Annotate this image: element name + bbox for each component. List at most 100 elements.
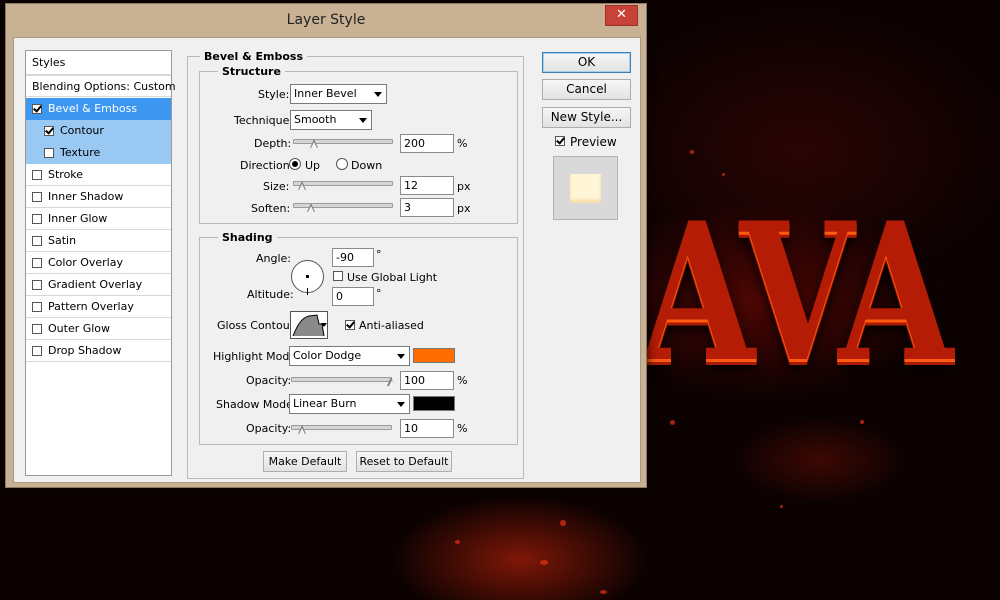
- technique-label: Technique:: [234, 114, 294, 127]
- style-item-inner-glow[interactable]: Inner Glow: [26, 208, 171, 230]
- style-item-drop-shadow[interactable]: Drop Shadow: [26, 340, 171, 362]
- shadow-mode-select[interactable]: Linear Burn: [289, 394, 410, 414]
- chevron-down-icon: [374, 92, 382, 97]
- size-field[interactable]: 12: [400, 176, 454, 195]
- reset-to-default-button[interactable]: Reset to Default: [356, 451, 452, 472]
- direction-down-radio[interactable]: [336, 158, 348, 170]
- style-item-label: Inner Shadow: [48, 190, 124, 203]
- satin-checkbox[interactable]: [32, 236, 42, 246]
- gloss-contour-label: Gloss Contour:: [217, 319, 298, 332]
- lava-speck: [560, 520, 566, 526]
- lava-speck: [690, 150, 694, 154]
- depth-unit: %: [457, 137, 468, 150]
- style-item-color-overlay[interactable]: Color Overlay: [26, 252, 171, 274]
- structure-title: Structure: [218, 65, 285, 78]
- style-item-gradient-overlay[interactable]: Gradient Overlay: [26, 274, 171, 296]
- style-item-satin[interactable]: Satin: [26, 230, 171, 252]
- angle-unit: °: [376, 248, 382, 261]
- direction-label: Direction:: [240, 159, 294, 172]
- layer-style-dialog: Layer Style ✕ Styles Blending Options: C…: [5, 3, 647, 488]
- size-slider[interactable]: [293, 181, 393, 190]
- use-global-light-checkbox[interactable]: [333, 271, 343, 281]
- highlight-opacity-thumb[interactable]: [387, 377, 396, 386]
- preview-checkbox[interactable]: [555, 136, 565, 146]
- style-item-inner-shadow[interactable]: Inner Shadow: [26, 186, 171, 208]
- style-item-label: Stroke: [48, 168, 84, 181]
- bevel-emboss-checkbox[interactable]: [32, 104, 42, 114]
- gradient-overlay-checkbox[interactable]: [32, 280, 42, 290]
- drop-shadow-checkbox[interactable]: [32, 346, 42, 356]
- angle-dial-center: [306, 275, 309, 278]
- direction-up-radio[interactable]: [289, 158, 301, 170]
- stroke-checkbox[interactable]: [32, 170, 42, 180]
- shadow-opacity-unit: %: [457, 422, 468, 435]
- style-preview-swatch: [570, 174, 601, 203]
- chevron-down-icon: [397, 354, 405, 359]
- angle-field[interactable]: -90: [332, 248, 374, 267]
- shadow-color-swatch[interactable]: [413, 396, 455, 411]
- anti-aliased-checkbox[interactable]: [345, 320, 355, 330]
- inner-glow-checkbox[interactable]: [32, 214, 42, 224]
- contour-checkbox[interactable]: [44, 126, 54, 136]
- styles-header[interactable]: Styles: [26, 51, 171, 75]
- altitude-unit: °: [376, 287, 382, 300]
- highlight-mode-value: Color Dodge: [293, 349, 362, 362]
- shadow-opacity-field[interactable]: 10: [400, 419, 454, 438]
- chevron-down-icon: [397, 402, 405, 407]
- angle-dial[interactable]: [291, 260, 324, 295]
- new-style-button[interactable]: New Style...: [542, 107, 631, 128]
- style-item-stroke[interactable]: Stroke: [26, 164, 171, 186]
- style-item-label: Texture: [60, 146, 101, 159]
- lava-speck: [455, 540, 460, 544]
- style-item-pattern-overlay[interactable]: Pattern Overlay: [26, 296, 171, 318]
- color-overlay-checkbox[interactable]: [32, 258, 42, 268]
- depth-field[interactable]: 200: [400, 134, 454, 153]
- style-item-texture[interactable]: Texture: [26, 142, 171, 164]
- pattern-overlay-checkbox[interactable]: [32, 302, 42, 312]
- shadow-opacity-thumb[interactable]: [297, 425, 307, 434]
- style-item-label: Satin: [48, 234, 77, 247]
- depth-slider[interactable]: [293, 139, 393, 148]
- depth-slider-thumb[interactable]: [309, 139, 319, 148]
- lava-speck: [540, 560, 548, 565]
- style-item-bevel-emboss[interactable]: Bevel & Emboss: [26, 98, 171, 120]
- lava-speck: [722, 173, 725, 176]
- altitude-field[interactable]: 0: [332, 287, 374, 306]
- style-item-outer-glow[interactable]: Outer Glow: [26, 318, 171, 340]
- inner-shadow-checkbox[interactable]: [32, 192, 42, 202]
- blending-options-item[interactable]: Blending Options: Custom: [26, 75, 176, 97]
- highlight-mode-select[interactable]: Color Dodge: [289, 346, 410, 366]
- shading-title: Shading: [218, 231, 277, 244]
- bevel-emboss-title: Bevel & Emboss: [200, 50, 307, 63]
- gloss-contour-dropdown[interactable]: [321, 311, 328, 339]
- soften-unit: px: [457, 202, 471, 215]
- close-button[interactable]: ✕: [605, 5, 638, 26]
- style-item-label: Color Overlay: [48, 256, 123, 269]
- style-item-label: Gradient Overlay: [48, 278, 143, 291]
- outer-glow-checkbox[interactable]: [32, 324, 42, 334]
- direction-up-label: Up: [305, 159, 321, 172]
- style-select[interactable]: Inner Bevel: [290, 84, 387, 104]
- highlight-opacity-field[interactable]: 100: [400, 371, 454, 390]
- soften-field[interactable]: 3: [400, 198, 454, 217]
- cancel-button[interactable]: Cancel: [542, 79, 631, 100]
- style-item-label: Drop Shadow: [48, 344, 122, 357]
- dialog-title: Layer Style: [286, 12, 366, 28]
- soften-slider-thumb[interactable]: [306, 203, 316, 212]
- texture-checkbox[interactable]: [44, 148, 54, 158]
- size-slider-thumb[interactable]: [297, 181, 307, 190]
- style-item-label: Outer Glow: [48, 322, 111, 335]
- close-icon: ✕: [616, 7, 627, 22]
- make-default-button[interactable]: Make Default: [263, 451, 347, 472]
- style-item-contour[interactable]: Contour: [26, 120, 171, 142]
- highlight-color-swatch[interactable]: [413, 348, 455, 363]
- soften-slider[interactable]: [293, 203, 393, 212]
- bevel-emboss-group: Bevel & Emboss Structure Style: Inner Be…: [187, 50, 524, 479]
- shadow-opacity-slider[interactable]: [291, 425, 392, 434]
- highlight-opacity-slider[interactable]: [291, 377, 395, 386]
- technique-select[interactable]: Smooth: [290, 110, 372, 130]
- highlight-opacity-unit: %: [457, 374, 468, 387]
- title-bar[interactable]: Layer Style ✕: [6, 4, 646, 37]
- soften-label: Soften:: [251, 202, 291, 215]
- ok-button[interactable]: OK: [542, 52, 631, 73]
